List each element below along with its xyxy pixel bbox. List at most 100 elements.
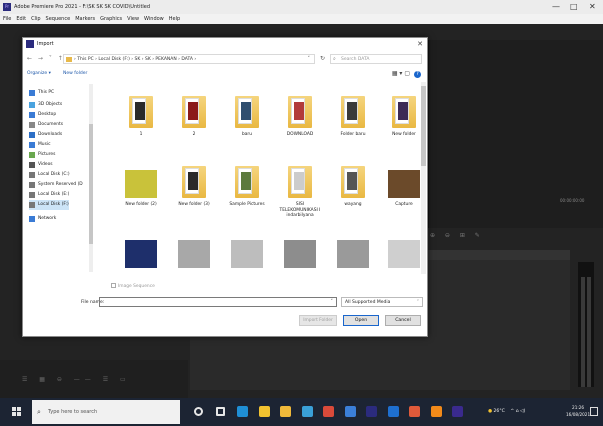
nav-item-label: Desktop [38,112,57,117]
clock-date: 16/08/2021 [566,412,591,417]
checkbox-icon[interactable] [111,283,116,288]
weather-icon[interactable]: ● [488,409,492,414]
nav-item[interactable]: 3D Objects [29,100,62,110]
chevron-down-icon: ˅ [416,300,419,305]
folder-icon [235,166,259,198]
nav-item[interactable]: Local Disk (F:) [29,200,69,210]
file-name: 2 [192,132,196,137]
file-item[interactable] [278,236,322,274]
menu-item[interactable]: Clip [31,16,40,22]
cortana-icon[interactable] [194,407,203,416]
file-item[interactable]: Capture [382,166,423,228]
file-item[interactable]: 1 [119,96,163,158]
refresh-icon[interactable]: ↻ [320,52,325,66]
nav-item[interactable]: Pictures [29,150,55,160]
file-item[interactable]: baru [225,96,269,158]
menu-item[interactable]: Graphics [100,16,122,22]
file-item[interactable]: DOWNLOAD [278,96,322,158]
minimize-button[interactable]: — [552,0,560,14]
file-item[interactable] [119,236,163,274]
store-icon[interactable] [258,406,270,417]
close-button[interactable]: ✕ [589,0,596,14]
nav-item[interactable]: Network [29,214,56,224]
tray-icons[interactable]: ^ ⌂ ◁) [510,409,525,414]
menu-item[interactable]: Window [144,16,164,22]
nav-item[interactable]: This PC [29,88,54,98]
file-name: baru [241,132,253,137]
search-input[interactable]: ⌕ Search DATA [330,54,422,64]
chevron-down-icon[interactable]: ˅ [331,299,334,305]
file-item[interactable]: SISI TELEKOMUNIKASI I indarbilyana [278,166,322,228]
weather-temp[interactable]: 26°C [493,409,504,414]
notification-icon[interactable] [590,407,598,416]
file-explorer-icon[interactable] [280,406,291,417]
nav-item[interactable]: Documents [29,120,63,130]
edge-icon[interactable] [237,406,248,417]
premiere-window-title: Adobe Premiere Pro 2021 - F:\SK SK SK CO… [14,4,151,10]
nav-scrollbar[interactable] [89,84,93,272]
chrome-icon[interactable] [323,406,334,417]
drive-icon [29,182,35,188]
file-scroll-thumb[interactable] [421,86,426,166]
file-item[interactable]: Folder baru [331,96,375,158]
menu-item[interactable]: Markers [75,16,95,22]
maximize-button[interactable]: □ [570,0,578,14]
file-name: New folder [392,132,416,137]
new-folder-button[interactable]: New folder [63,68,87,80]
file-item[interactable]: New folder (3) [172,166,216,228]
file-item[interactable]: wayang [331,166,375,228]
file-item[interactable]: New folder (2) [119,166,163,228]
vlc-icon[interactable] [430,406,442,417]
media-icon[interactable] [409,406,420,417]
mail-icon[interactable] [301,406,313,417]
nav-scroll-thumb[interactable] [89,124,93,244]
nav-item[interactable]: Videos [29,160,53,170]
file-item[interactable] [225,236,269,274]
open-button[interactable]: Open [343,315,379,326]
dialog-close-button[interactable]: ✕ [417,38,423,50]
menu-item[interactable]: Help [169,16,180,22]
image-sequence-checkbox[interactable]: Image Sequence [111,283,155,289]
nav-item[interactable]: Desktop [29,110,56,120]
import-folder-button[interactable]: Import Folder [299,315,337,326]
taskbar-search[interactable]: ⌕ Type here to search [32,400,180,424]
folder-preview [241,102,251,120]
organize-menu[interactable]: Organize ▾ [27,68,51,80]
file-item[interactable] [331,236,375,274]
file-type-select[interactable]: All Supported Media ˅ [341,297,423,307]
premiere-title-bar: Pr Adobe Premiere Pro 2021 - F:\SK SK SK… [0,0,603,14]
chevron-down-icon[interactable]: ˅ [308,55,311,64]
app-icon[interactable] [387,406,399,417]
file-scrollbar[interactable] [421,82,426,274]
nav-item[interactable]: Downloads [29,130,62,140]
menu-item[interactable]: Edit [16,16,26,22]
taskbar-search-placeholder: Type here to search [48,409,98,415]
browser-icon[interactable] [344,406,356,417]
premiere-icon[interactable] [366,406,377,417]
cancel-button[interactable]: Cancel [385,315,421,326]
clock[interactable]: 21:26 16/08/2021 [566,404,590,418]
nav-item[interactable]: System Reserved (D [29,180,83,190]
task-view-icon[interactable] [215,407,225,416]
file-item[interactable]: Sample Pictures [225,166,269,228]
nav-item-label: Local Disk (C:) [38,172,70,177]
file-name-field[interactable]: ˅ [99,297,337,307]
windows-start-button[interactable] [12,407,22,417]
file-item[interactable]: 2 [172,96,216,158]
file-item[interactable] [382,236,423,274]
nav-item[interactable]: Music [29,140,51,150]
navigation-buttons[interactable]: ← → ˅ ↑ [27,52,65,66]
file-item[interactable] [172,236,216,274]
view-options[interactable]: ▦ ▾ ▢? [392,68,421,80]
nav-item-label: Local Disk (E:) [38,192,70,197]
nav-item[interactable]: Local Disk (C:) [29,170,70,180]
menu-item[interactable]: Sequence [46,16,71,22]
monitor-tools[interactable]: ⊕ ⊖ ⊞ ✎ [430,232,484,239]
after-effects-icon[interactable] [452,406,463,417]
menu-item[interactable]: View [127,16,139,22]
file-item[interactable]: New folder [382,96,423,158]
help-icon[interactable]: ? [414,71,421,78]
menu-item[interactable]: File [3,16,11,22]
address-bar[interactable]: › This PC › Local Disk (F:) › SK › SK › … [63,54,315,64]
nav-item[interactable]: Local Disk (E:) [29,190,69,200]
